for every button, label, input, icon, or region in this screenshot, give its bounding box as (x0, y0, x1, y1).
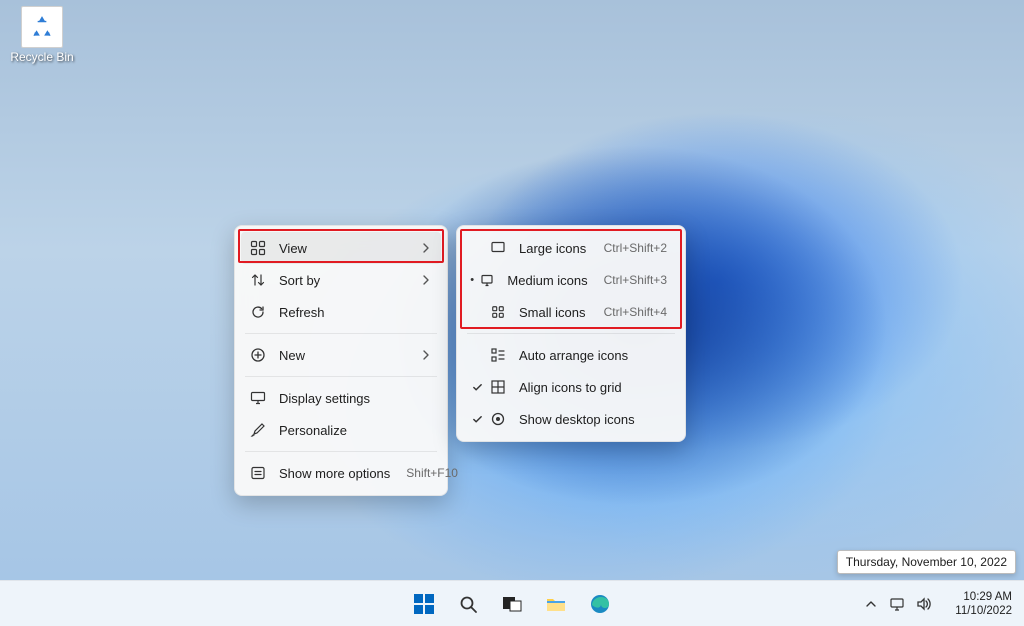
large-icons-icon (489, 239, 507, 257)
clock-date: 11/10/2022 (955, 604, 1012, 618)
taskbar-center (405, 585, 619, 623)
submenu-item-label: Auto arrange icons (519, 348, 667, 363)
clock-time: 10:29 AM (955, 590, 1012, 604)
recycle-bin-icon (21, 6, 63, 48)
submenu-item-small-icons[interactable]: Small icons Ctrl+Shift+4 (463, 296, 679, 328)
menu-item-label: View (279, 241, 417, 256)
menu-item-label: Personalize (279, 423, 431, 438)
submenu-item-label: Large icons (519, 241, 588, 256)
taskbar-right: 10:29 AM 11/10/2022 (855, 581, 1018, 626)
taskbar-clock[interactable]: 10:29 AM 11/10/2022 (949, 590, 1018, 618)
menu-item-shortcut: Shift+F10 (406, 466, 458, 480)
menu-separator (245, 451, 437, 452)
menu-item-new[interactable]: New (241, 339, 441, 371)
submenu-item-large-icons[interactable]: Large icons Ctrl+Shift+2 (463, 232, 679, 264)
chevron-right-icon (417, 243, 431, 253)
menu-separator (245, 333, 437, 334)
menu-item-label: Display settings (279, 391, 431, 406)
desktop-context-menu: View Sort by Refresh New Disp (234, 225, 448, 496)
menu-separator (467, 333, 675, 334)
taskbar: 10:29 AM 11/10/2022 (0, 580, 1024, 626)
desktop-icons-icon (489, 410, 507, 428)
more-options-icon (249, 464, 267, 482)
tray-chevron-icon[interactable] (863, 596, 879, 612)
submenu-item-medium-icons[interactable]: • Medium icons Ctrl+Shift+3 (463, 264, 679, 296)
system-tray[interactable] (855, 592, 939, 616)
menu-item-show-more-options[interactable]: Show more options Shift+F10 (241, 457, 441, 489)
auto-arrange-icon (489, 346, 507, 364)
view-submenu: Large icons Ctrl+Shift+2 • Medium icons … (456, 225, 686, 442)
submenu-item-shortcut: Ctrl+Shift+2 (604, 241, 667, 255)
paintbrush-icon (249, 421, 267, 439)
edge-button[interactable] (581, 585, 619, 623)
submenu-item-label: Align icons to grid (519, 380, 667, 395)
menu-item-personalize[interactable]: Personalize (241, 414, 441, 446)
submenu-item-label: Medium icons (507, 273, 587, 288)
view-grid-icon (249, 239, 267, 257)
check-mark (469, 414, 485, 425)
date-tooltip: Thursday, November 10, 2022 (837, 550, 1016, 574)
small-icons-icon (489, 303, 507, 321)
menu-item-view[interactable]: View (241, 232, 441, 264)
submenu-item-auto-arrange[interactable]: Auto arrange icons (463, 339, 679, 371)
menu-item-label: Show more options (279, 466, 390, 481)
chevron-right-icon (417, 275, 431, 285)
desktop-icon-label: Recycle Bin (10, 50, 74, 64)
check-mark (469, 382, 485, 393)
refresh-icon (249, 303, 267, 321)
menu-item-sort-by[interactable]: Sort by (241, 264, 441, 296)
menu-separator (245, 376, 437, 377)
menu-item-label: New (279, 348, 417, 363)
search-button[interactable] (449, 585, 487, 623)
submenu-item-label: Show desktop icons (519, 412, 667, 427)
network-icon[interactable] (889, 596, 905, 612)
submenu-item-show-desktop-icons[interactable]: Show desktop icons (463, 403, 679, 435)
monitor-icon (249, 389, 267, 407)
volume-icon[interactable] (915, 596, 931, 612)
chevron-right-icon (417, 350, 431, 360)
medium-icons-icon (479, 271, 495, 289)
file-explorer-button[interactable] (537, 585, 575, 623)
menu-item-label: Sort by (279, 273, 417, 288)
desktop-icon-recycle-bin[interactable]: Recycle Bin (10, 6, 74, 64)
menu-item-label: Refresh (279, 305, 431, 320)
submenu-item-shortcut: Ctrl+Shift+4 (604, 305, 667, 319)
align-grid-icon (489, 378, 507, 396)
menu-item-refresh[interactable]: Refresh (241, 296, 441, 328)
start-button[interactable] (405, 585, 443, 623)
plus-circle-icon (249, 346, 267, 364)
sort-icon (249, 271, 267, 289)
radio-mark: • (469, 274, 475, 286)
submenu-item-label: Small icons (519, 305, 588, 320)
submenu-item-shortcut: Ctrl+Shift+3 (604, 273, 667, 287)
menu-item-display-settings[interactable]: Display settings (241, 382, 441, 414)
task-view-button[interactable] (493, 585, 531, 623)
submenu-item-align-to-grid[interactable]: Align icons to grid (463, 371, 679, 403)
